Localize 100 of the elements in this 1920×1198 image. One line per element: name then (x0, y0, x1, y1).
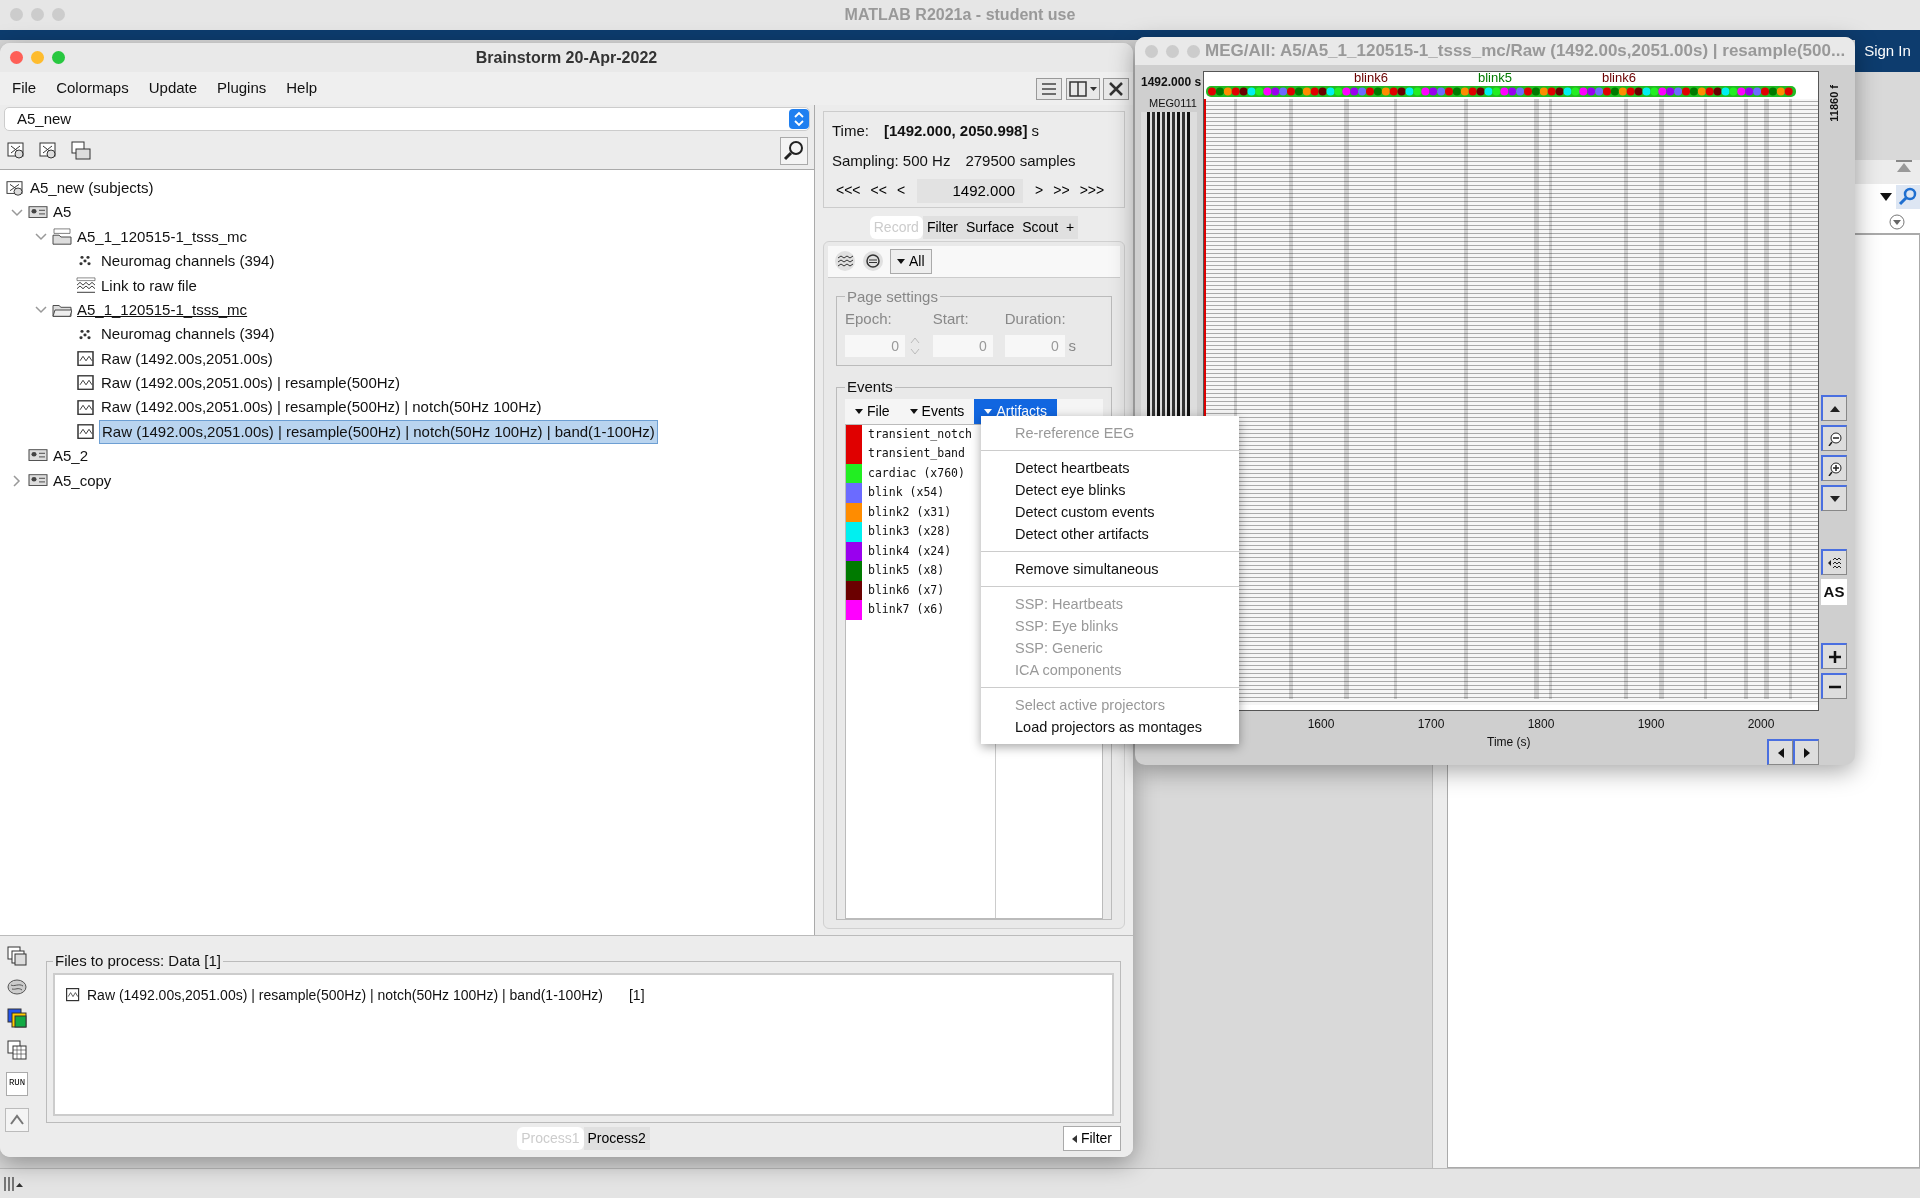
tree-item[interactable]: A5_1_120515-1_tsss_mc (75, 225, 250, 249)
search-icon[interactable] (780, 137, 808, 165)
field-label: Start: (932, 309, 970, 329)
montage-dropdown[interactable]: All (890, 248, 932, 274)
filter-icon[interactable] (862, 250, 884, 272)
collapse-icon[interactable] (1894, 160, 1913, 174)
axis-title: Time (s) (1487, 734, 1531, 751)
event-item[interactable]: blink4 (x24) (868, 542, 952, 560)
grid-stack-icon[interactable] (7, 1040, 27, 1060)
data-file-icon (76, 374, 96, 393)
display-mode-button[interactable] (1821, 549, 1847, 575)
caret-icon (855, 409, 863, 415)
menu-item[interactable]: File (2, 77, 47, 100)
tree-item[interactable]: Link to raw file (99, 274, 199, 297)
event-item[interactable]: blink2 (x31) (868, 503, 952, 521)
close-icon[interactable] (1103, 77, 1130, 100)
tree-item[interactable]: A5_2 (51, 445, 91, 468)
menu-item[interactable]: Colormaps (46, 77, 139, 100)
time-nav-button[interactable]: >>> (1075, 180, 1109, 201)
time-field[interactable]: 1492.000 (917, 178, 1024, 203)
dropdown-caret-icon[interactable] (1880, 193, 1892, 201)
brain-icon[interactable] (7, 978, 27, 996)
tab[interactable]: Process2 (583, 1126, 650, 1150)
data-stack-icon[interactable] (70, 140, 92, 162)
scroll-down-button[interactable] (1821, 485, 1847, 511)
menu-item[interactable]: Load projectors as montages (981, 716, 1239, 738)
tab[interactable]: Filter (922, 215, 962, 239)
axis-tick-label: 1800 (1526, 716, 1556, 733)
group-title: Page settings (846, 286, 939, 307)
time-nav-button[interactable]: > (1031, 180, 1048, 201)
time-nav-button[interactable]: < (892, 180, 910, 201)
tree-item[interactable]: A5_new (subjects) (28, 176, 156, 200)
field-label: Duration: (1004, 309, 1067, 329)
menu-item[interactable]: Detect other artifacts (981, 523, 1239, 545)
menu-item[interactable]: Remove simultaneous (981, 558, 1239, 580)
layout-icon[interactable] (1065, 77, 1100, 100)
zoom-in-icon (1827, 461, 1842, 476)
menu-item[interactable]: Detect heartbeats (981, 457, 1239, 479)
scroll-up-button[interactable] (1821, 395, 1847, 421)
time-readout: 1492.000 s (1141, 74, 1203, 91)
event-label: blink5 (1477, 72, 1512, 84)
run-button[interactable]: RUN (5, 1072, 29, 1096)
event-item[interactable]: blink6 (x7) (868, 581, 945, 599)
expand-icon[interactable] (1889, 213, 1905, 230)
data-file-icon (76, 423, 96, 442)
tree-item[interactable]: Raw (1492.00s,2051.00s) (99, 347, 275, 371)
window-title: MATLAB R2021a - student use (844, 5, 1076, 25)
panel-menu-icon[interactable] (4, 1176, 24, 1191)
menu-button[interactable]: Events (899, 398, 975, 424)
menu-item[interactable]: Plugins (207, 77, 277, 100)
stepper-icon[interactable] (789, 109, 809, 129)
tree-item[interactable]: A5_1_120515-1_tsss_mc (75, 298, 250, 322)
menu-button[interactable]: File (845, 398, 900, 424)
event-item[interactable]: blink7 (x6) (868, 601, 945, 619)
tree-item[interactable]: Neuromag channels (394) (99, 323, 277, 346)
event-item[interactable]: blink5 (x8) (868, 562, 945, 580)
channel-label: MEG0111 (1149, 96, 1198, 111)
menu-item[interactable]: Detect custom events (981, 501, 1239, 523)
page-back-button[interactable] (1767, 739, 1793, 765)
menu-item[interactable]: Update (138, 77, 208, 100)
caret-icon (1071, 1134, 1077, 1143)
raw-link-icon (76, 276, 96, 295)
event-item[interactable]: cardiac (x760) (868, 464, 965, 482)
tree-item[interactable]: Raw (1492.00s,2051.00s) | resample(500Hz) (99, 372, 403, 395)
group-title: Events (846, 377, 894, 397)
axis-tick-label: 1900 (1636, 716, 1666, 733)
group-title: Files to process: Data [1] (54, 951, 222, 971)
tab[interactable]: Scout (1018, 215, 1063, 239)
page-forward-button[interactable] (1793, 739, 1819, 765)
event-item[interactable]: transient_band (868, 445, 965, 463)
gain-down-button[interactable] (1821, 673, 1847, 699)
time-nav-button[interactable]: << (866, 180, 891, 201)
time-nav-button[interactable]: >> (1049, 180, 1074, 201)
event-item[interactable]: blink (x54) (868, 484, 945, 502)
gain-up-button[interactable] (1821, 643, 1847, 669)
zoom-out-button[interactable] (1821, 425, 1847, 451)
menu-item[interactable]: Help (276, 77, 328, 100)
data-stack-icon[interactable] (7, 946, 27, 966)
tree-item[interactable]: Neuromag channels (394) (99, 250, 277, 273)
scale-mode-label[interactable]: AS (1821, 579, 1847, 605)
axis-tick-label: 2000 (1746, 716, 1776, 733)
event-item[interactable]: transient_notch (868, 425, 972, 443)
filter-button[interactable]: Filter (1062, 1125, 1121, 1151)
event-label: blink6 (1601, 72, 1636, 84)
raw-folder-icon (52, 227, 72, 246)
colormap-icon[interactable] (7, 1008, 27, 1028)
protocol-dropdown[interactable]: A5_new (4, 107, 810, 131)
tab[interactable]: Surface (962, 215, 1019, 239)
event-item[interactable]: blink3 (x28) (868, 523, 952, 541)
tree-item[interactable]: A5_copy (51, 469, 114, 493)
tree-item[interactable]: Raw (1492.00s,2051.00s) | resample(500Hz) | notch(50Hz 100Hz) (99, 396, 544, 419)
list-icon[interactable] (1035, 77, 1062, 100)
menu-item[interactable]: Detect eye blinks (981, 479, 1239, 501)
tree-item[interactable]: Raw (1492.00s,2051.00s) | resample(500Hz) | notch(50Hz 100Hz) | band(1-100Hz) (99, 419, 658, 445)
waves-icon[interactable] (834, 250, 856, 272)
tree-item[interactable]: A5 (51, 201, 74, 224)
tab[interactable]: + (1062, 215, 1079, 239)
file-name[interactable]: Raw (1492.00s,2051.00s) | resample(500Hz) | notch(50Hz 100Hz) | band(1-100Hz) (87, 984, 603, 1006)
time-nav-button[interactable]: <<< (832, 180, 865, 201)
zoom-in-button[interactable] (1821, 455, 1847, 481)
